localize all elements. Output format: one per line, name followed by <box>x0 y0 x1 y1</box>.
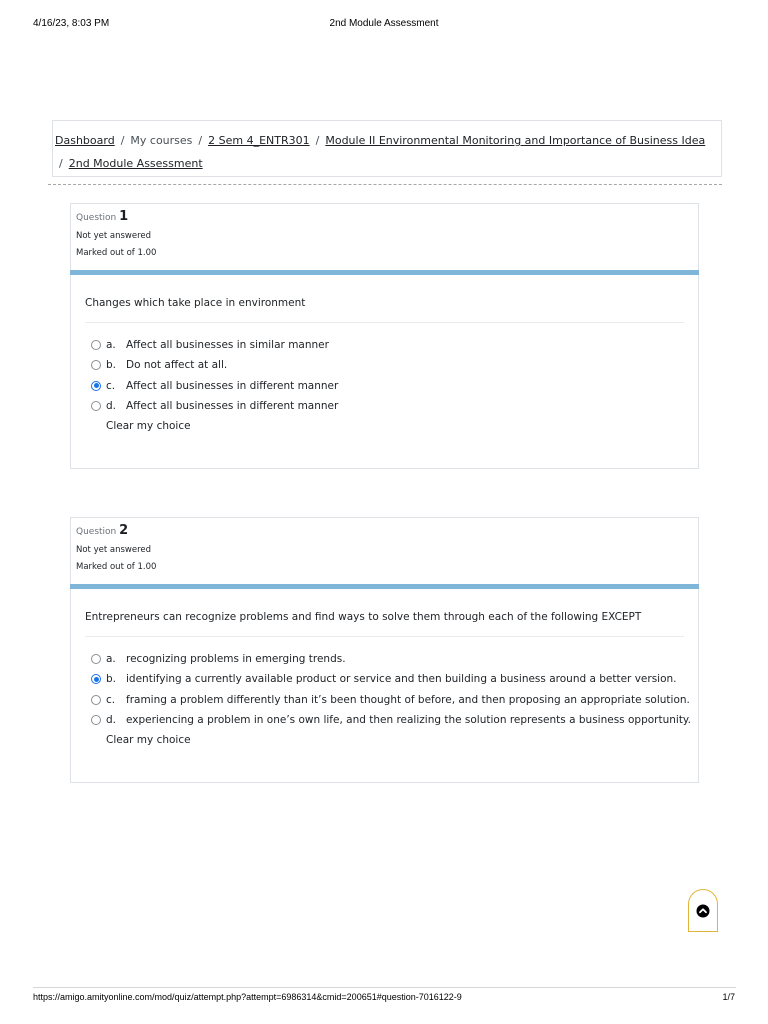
answer-list: a. recognizing problems in emerging trend… <box>85 649 691 730</box>
answer-option-b[interactable]: b. identifying a currently available prod… <box>85 669 684 689</box>
question-state: Not yet answered <box>76 231 152 241</box>
answer-letter: c. <box>106 379 116 392</box>
answer-letter: d. <box>106 714 117 727</box>
answer-text: identifying a currently available produc… <box>126 673 677 686</box>
answer-option-b[interactable]: b. Do not affect at all. <box>85 355 684 375</box>
answer-letter: a. <box>106 653 116 666</box>
question-number: Question 1 <box>76 209 693 224</box>
print-title: 2nd Module Assessment <box>329 18 439 29</box>
answer-letter: c. <box>106 693 116 706</box>
clear-choice-link[interactable]: Clear my choice <box>106 420 684 432</box>
answer-letter: b. <box>106 359 117 372</box>
question-content: Entrepreneurs can recognize problems and… <box>70 589 699 783</box>
breadcrumb-dashboard-link[interactable]: Dashboard <box>55 134 115 147</box>
page-number: 1/7 <box>722 992 735 1002</box>
radio-button[interactable] <box>91 360 101 371</box>
answer-option-a[interactable]: a. recognizing problems in emerging trend… <box>85 649 684 669</box>
breadcrumb: Dashboard / My courses / 2 Sem 4_ENTR301 / Mod… <box>52 120 722 177</box>
answer-letter: a. <box>106 339 116 352</box>
answer-letter: d. <box>106 400 117 413</box>
answer-text: Affect all businesses in different manne… <box>126 379 339 392</box>
answer-text: framing a problem differently than it’s … <box>126 693 690 706</box>
question-label: Question <box>76 213 117 223</box>
breadcrumb-separator: / <box>315 134 320 147</box>
print-url: https://amigo.amityonline.com/mod/quiz/a… <box>33 992 462 1002</box>
answer-option-d[interactable]: d. Affect all businesses in different man… <box>85 396 684 416</box>
print-header: 4/16/23, 8:03 PM 2nd Module Assessment <box>0 18 768 32</box>
answer-text: Affect all businesses in different manne… <box>126 400 339 413</box>
answer-text: Affect all businesses in similar manner <box>126 339 329 352</box>
breadcrumb-current-link[interactable]: 2nd Module Assessment <box>69 157 203 170</box>
breadcrumb-module-link[interactable]: Module II Environmental Monitoring and I… <box>325 134 705 147</box>
answer-list: a. Affect all businesses in similar manne… <box>85 335 684 416</box>
breadcrumb-separator: / <box>59 157 63 170</box>
answer-option-c[interactable]: c. Affect all businesses in different man… <box>85 376 684 396</box>
question-text: Changes which take place in environment <box>85 297 684 323</box>
radio-button[interactable] <box>91 654 101 665</box>
radio-button-selected[interactable] <box>91 674 101 685</box>
question-grade: Marked out of 1.00 <box>76 248 157 258</box>
radio-button[interactable] <box>91 694 101 705</box>
question-text: Entrepreneurs can recognize problems and… <box>85 611 684 637</box>
question-number: Question 2 <box>76 523 693 538</box>
question-content: Changes which take place in environment … <box>70 275 699 469</box>
question-state: Not yet answered <box>76 545 152 555</box>
footer-divider <box>33 987 736 988</box>
question-1: Question 1 Not yet answered Marked out o… <box>70 203 699 469</box>
question-grade: Marked out of 1.00 <box>76 562 157 572</box>
answer-text: recognizing problems in emerging trends. <box>126 653 346 666</box>
answer-option-a[interactable]: a. Affect all businesses in similar manne… <box>85 335 684 355</box>
question-info: Question 2 Not yet answered Marked out o… <box>70 517 699 584</box>
breadcrumb-separator: / <box>120 134 125 147</box>
answer-option-d[interactable]: d. experiencing a problem in one’s own li… <box>85 710 691 730</box>
answer-text: experiencing a problem in one’s own life… <box>126 714 691 727</box>
breadcrumb-my-courses[interactable]: My courses <box>130 134 192 147</box>
radio-button[interactable] <box>91 340 101 351</box>
answer-text: Do not affect at all. <box>126 359 228 372</box>
answer-letter: b. <box>106 673 117 686</box>
question-number-value: 2 <box>119 523 129 538</box>
question-label: Question <box>76 527 117 537</box>
breadcrumb-course-link[interactable]: 2 Sem 4_ENTR301 <box>208 134 310 147</box>
question-number-value: 1 <box>119 209 129 224</box>
question-info: Question 1 Not yet answered Marked out o… <box>70 203 699 270</box>
print-datetime: 4/16/23, 8:03 PM <box>33 18 110 29</box>
arrow-up-circle-icon <box>696 904 710 917</box>
back-to-top-button[interactable] <box>688 889 718 932</box>
answer-option-c[interactable]: c. framing a problem differently than it’… <box>85 690 690 710</box>
question-2: Question 2 Not yet answered Marked out o… <box>70 517 699 783</box>
radio-button[interactable] <box>91 715 101 726</box>
clear-choice-link[interactable]: Clear my choice <box>106 734 684 746</box>
radio-button-selected[interactable] <box>91 380 101 391</box>
breadcrumb-separator: / <box>198 134 203 147</box>
radio-button[interactable] <box>91 401 101 412</box>
section-divider <box>48 184 722 185</box>
